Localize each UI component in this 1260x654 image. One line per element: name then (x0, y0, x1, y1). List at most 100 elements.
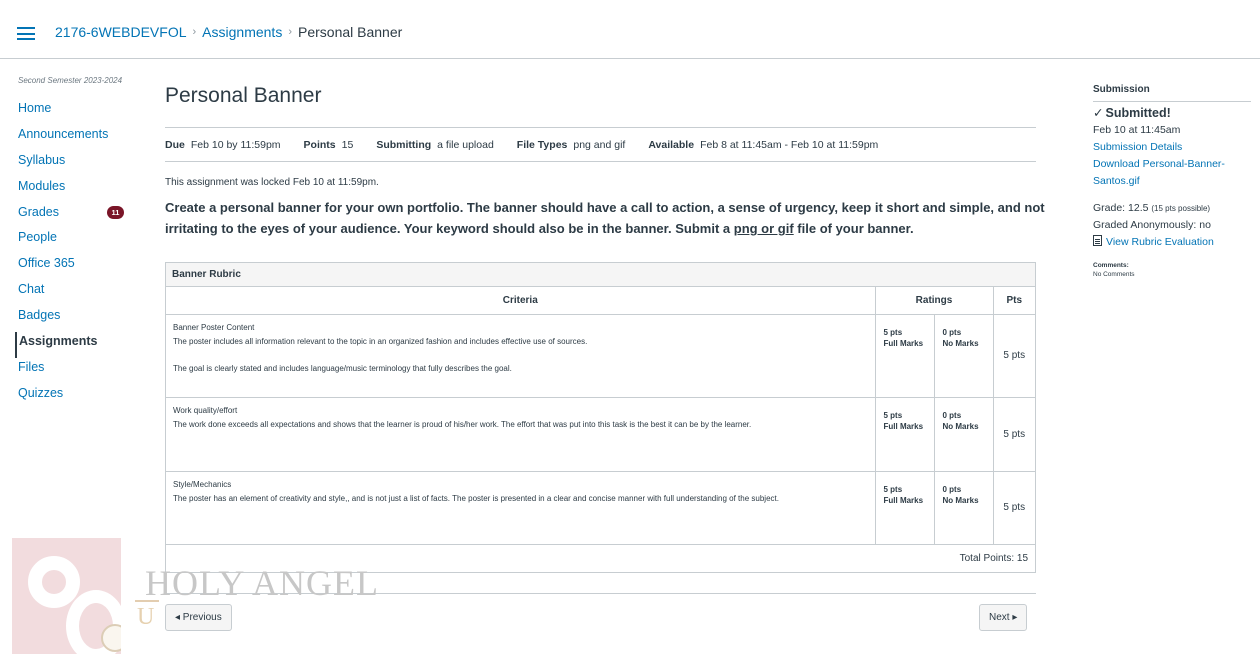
description-text-end: file of your banner. (793, 221, 914, 236)
assignment-details: Due Feb 10 by 11:59pm Points 15 Submitting… (165, 127, 1036, 162)
criterion-cell: Banner Poster Content The poster include… (166, 314, 875, 398)
rubric-row: Style/Mechanics The poster has an elemen… (166, 471, 1035, 545)
available-label: Available (648, 138, 695, 151)
grade-line: Grade: 12.5 (15 pts possible) (1093, 200, 1251, 217)
nav-item-modules[interactable]: Modules (15, 177, 130, 203)
pts-header: Pts (992, 287, 1035, 315)
criterion-cell: Work quality/effort The work done exceed… (166, 397, 875, 472)
criterion-name: Work quality/effort (173, 405, 238, 415)
nav-item-badges[interactable]: Badges (15, 306, 130, 332)
criterion-name: Banner Poster Content (173, 322, 255, 332)
seal-icon (101, 624, 121, 652)
rating-label: No Marks (942, 495, 979, 505)
rating-none: 0 pts No Marks (933, 471, 993, 545)
nav-link[interactable]: Modules (15, 177, 130, 195)
locked-notice: This assignment was locked Feb 10 at 11:… (165, 177, 379, 188)
nav-link[interactable]: Office 365 (15, 254, 130, 272)
filetypes-value: png and gif (573, 138, 626, 151)
criterion-description: The work done exceeds all expectations a… (173, 420, 752, 429)
nav-item-syllabus[interactable]: Syllabus (15, 151, 130, 177)
page-title: Personal Banner (165, 84, 322, 107)
nav-link[interactable]: Files (15, 358, 130, 376)
rubric-table: Criteria Ratings Pts Banner Poster Conte… (166, 287, 1035, 545)
rating-points: 5 pts (883, 410, 903, 420)
nav-link[interactable]: Announcements (15, 125, 130, 143)
rating-full: 5 pts Full Marks (874, 314, 934, 398)
chevron-right-icon: › (288, 26, 292, 38)
rubric-title: Banner Rubric (166, 263, 1035, 287)
logo-letter: U (137, 604, 155, 630)
nav-item-quizzes[interactable]: Quizzes (15, 384, 130, 410)
rating-none: 0 pts No Marks (933, 314, 993, 398)
criterion-points: 5 pts (992, 314, 1035, 398)
submission-details-link[interactable]: Submission Details (1093, 139, 1251, 156)
breadcrumb-assignments[interactable]: Assignments (202, 24, 282, 40)
rating-points: 0 pts (942, 410, 962, 420)
nav-item-chat[interactable]: Chat (15, 280, 130, 306)
submission-date: Feb 10 at 11:45am (1093, 124, 1181, 136)
comments-label: Comments: (1093, 262, 1129, 269)
criterion-cell: Style/Mechanics The poster has an elemen… (166, 471, 875, 545)
rating-points: 5 pts (883, 327, 903, 337)
due-item: Due Feb 10 by 11:59pm (165, 139, 281, 151)
rubric-header-row: Criteria Ratings Pts (166, 287, 1035, 315)
rubric-icon (1093, 235, 1102, 246)
view-rubric-link[interactable]: View Rubric Evaluation (1093, 234, 1251, 251)
submission-panel: Submission ✓ Submitted! Feb 10 at 11:45am… (1093, 81, 1251, 279)
menu-icon[interactable] (17, 27, 35, 40)
logo-wordmark: HOLY ANGEL (145, 563, 380, 603)
nav-item-assignments[interactable]: Assignments (15, 332, 130, 358)
filetypes-label: File Types (516, 138, 568, 151)
grade-possible: (15 pts possible) (1151, 204, 1211, 213)
nav-item-announcements[interactable]: Announcements (15, 125, 130, 151)
points-value: 15 (341, 138, 354, 151)
available-value: Feb 8 at 11:45am - Feb 10 at 11:59pm (700, 138, 879, 151)
nav-item-grades[interactable]: Grades 11 (15, 203, 130, 229)
criterion-points: 5 pts (992, 471, 1035, 545)
criterion-name: Style/Mechanics (173, 479, 232, 489)
rating-none: 0 pts No Marks (933, 397, 993, 472)
nav-link[interactable]: Home (15, 99, 130, 117)
nav-item-files[interactable]: Files (15, 358, 130, 384)
logo-nine-shape (28, 556, 80, 608)
term-label: Second Semester 2023-2024 (18, 76, 123, 85)
graded-anonymously: Graded Anonymously: no (1093, 219, 1211, 231)
nav-link[interactable]: Quizzes (15, 384, 130, 402)
criterion-description: The poster includes all information rele… (173, 337, 588, 346)
grades-count-badge: 11 (107, 205, 124, 219)
nav-item-office365[interactable]: Office 365 (15, 254, 130, 280)
assignment-description: Create a personal banner for your own po… (165, 197, 1045, 239)
due-label: Due (165, 138, 185, 151)
school-logo-watermark: HOLY ANGEL U (12, 538, 378, 654)
submission-status: ✓ Submitted! (1093, 105, 1251, 122)
nav-item-people[interactable]: People (15, 228, 130, 254)
rating-label: No Marks (942, 421, 979, 431)
submitting-value: a file upload (437, 138, 494, 151)
logo-underline (135, 600, 159, 602)
rubric-row: Banner Poster Content The poster include… (166, 314, 1035, 398)
available-item: Available Feb 8 at 11:45am - Feb 10 at 11… (648, 139, 878, 151)
nav-link[interactable]: Syllabus (15, 151, 130, 169)
submitting-item: Submitting a file upload (376, 139, 493, 151)
nav-item-home[interactable]: Home (15, 99, 130, 125)
nav-link[interactable]: Assignments (17, 332, 130, 350)
criterion-points: 5 pts (992, 397, 1035, 472)
nav-link[interactable]: Badges (15, 306, 130, 324)
file-format-link[interactable]: png or gif (734, 221, 794, 236)
top-bar: 2176-6WEBDEVFOL › Assignments › Personal… (0, 0, 1260, 59)
next-button[interactable]: Next ▸ (979, 604, 1028, 631)
rubric: Banner Rubric Criteria Ratings Pts Banne… (165, 262, 1036, 573)
submission-heading: Submission (1093, 81, 1251, 102)
submission-status-text: Submitted! (1105, 106, 1171, 120)
rating-points: 0 pts (942, 484, 962, 494)
breadcrumb: 2176-6WEBDEVFOL › Assignments › Personal… (55, 24, 402, 40)
criterion-long-description: The goal is clearly stated and includes … (173, 363, 512, 373)
criterion-description: The poster has an element of creativity … (173, 494, 779, 503)
breadcrumb-course[interactable]: 2176-6WEBDEVFOL (55, 24, 187, 40)
nav-link[interactable]: People (15, 228, 130, 246)
due-value: Feb 10 by 11:59pm (190, 138, 281, 151)
download-submission-link[interactable]: Download Personal-Banner-Santos.gif (1093, 156, 1251, 190)
points-label: Points (303, 138, 336, 151)
nav-link[interactable]: Chat (15, 280, 130, 298)
points-item: Points 15 (304, 139, 354, 151)
